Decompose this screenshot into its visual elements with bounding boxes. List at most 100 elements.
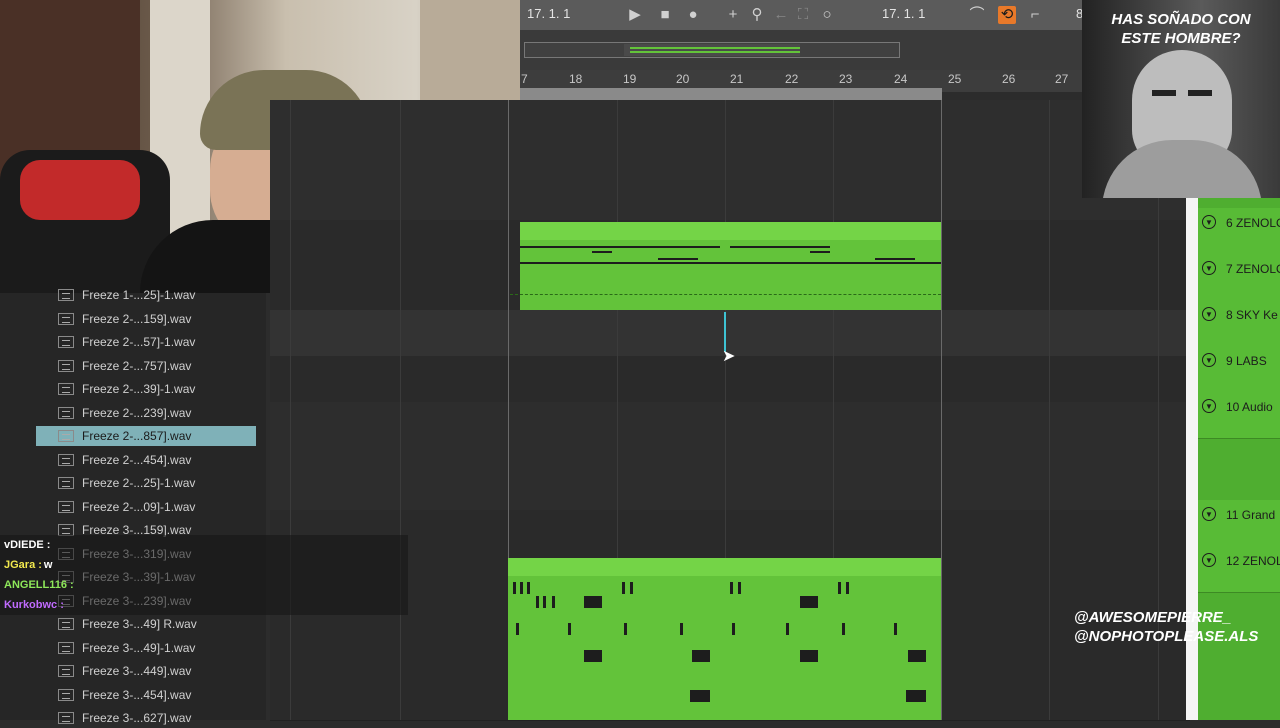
handle-text: @NOPHOTOPLEASE.ALS [1074,628,1259,645]
fold-arrow-icon[interactable]: ▼ [1202,261,1216,275]
automation-arm-icon[interactable]: ⚲ [748,6,766,24]
stop-icon[interactable]: ■ [656,6,674,24]
fold-arrow-icon[interactable]: ▼ [1202,215,1216,229]
clip-header[interactable] [508,558,941,576]
punch-in-icon[interactable]: ⌒ [968,6,986,24]
browser-file-item[interactable]: Freeze 1-...25]-1.wav [58,285,256,305]
loop-start-display[interactable]: 17. 1. 1 [882,6,925,21]
chat-message: ANGELL116 : [0,575,408,595]
transport-bar: 17. 1. 1 ▶ ■ ● + ⚲ ← ⛶ ○ 17. 1. 1 ⌒ ⟲ ⌐ … [520,0,1083,30]
browser-file-label: Freeze 3-...49] R.wav [82,617,197,631]
browser-file-label: Freeze 2-...09]-1.wav [82,499,196,514]
audio-file-icon [58,406,74,419]
chat-text: w [43,559,53,571]
ruler-tick: 27 [1055,72,1069,86]
track-lane[interactable] [270,510,1190,557]
browser-file-label: Freeze 3-...449].wav [82,664,192,678]
track-lane[interactable] [270,402,1190,511]
chat-username: JGara : [4,559,42,571]
capture-icon[interactable]: ⛶ [794,6,812,24]
browser-file-label: Freeze 2-...39]-1.wav [82,382,196,396]
fold-arrow-icon[interactable]: ▼ [1202,353,1216,367]
fold-arrow-icon[interactable]: ▼ [1202,399,1216,413]
loop-switch-icon[interactable]: ⟲ [998,6,1016,24]
track-header[interactable]: ▼ 6 ZENOLO [1198,208,1280,255]
ruler-tick: 20 [676,72,690,86]
play-icon[interactable]: ▶ [626,6,644,24]
ruler-tick: 26 [1002,72,1016,86]
browser-file-item[interactable]: Freeze 2-...25]-1.wav [58,473,256,493]
browser-file-item[interactable]: Freeze 3-...49] R.wav [58,614,256,634]
punch-out-icon[interactable]: ⌐ [1026,6,1044,24]
audio-file-icon [58,312,74,325]
audio-file-icon [58,712,74,724]
track-name: 10 Audio [1226,400,1273,414]
record-icon[interactable]: ● [684,6,702,24]
browser-file-item[interactable]: Freeze 2-...239].wav [58,403,256,423]
browser-file-item[interactable]: Freeze 2-...159].wav [58,309,256,329]
song-position-display[interactable]: 17. 1. 1 [527,6,570,21]
browser-file-label: Freeze 1-...25]-1.wav [82,288,196,302]
arrangement-overview[interactable] [520,30,1082,70]
browser-file-item[interactable]: Freeze 2-...454].wav [58,450,256,470]
track-name: 9 LABS [1226,354,1267,368]
browser-file-item[interactable]: Freeze 2-...857].wav [36,426,256,446]
audio-file-icon [58,665,74,677]
ruler-tick: 21 [730,72,744,86]
ruler-tick: 25 [948,72,962,86]
browser-file-label: Freeze 2-...454].wav [82,452,192,467]
browser-file-label: Freeze 2-...857].wav [82,429,192,443]
track-header[interactable]: ▼ 11 Grand [1198,500,1280,547]
back-to-arrangement-icon[interactable]: ← [772,6,790,24]
clip-header[interactable] [520,222,941,240]
audio-file-icon [58,289,74,301]
track-name: 6 ZENOLO [1226,216,1280,230]
browser-file-item[interactable]: Freeze 2-...757].wav [58,356,256,376]
track-header[interactable]: ▼ 8 SKY Ke [1198,300,1280,347]
chat-username: Kurkobwc : [4,599,64,611]
chat-message: Kurkobwc : [0,595,408,615]
social-handles: @AWESOMEPIERRE_ @NOPHOTOPLEASE.ALS [1074,608,1280,646]
browser-file-label: Freeze 2-...57]-1.wav [82,335,196,349]
audio-file-icon [58,336,74,348]
ruler-tick: 7 [521,72,528,86]
audio-file-icon [58,430,74,442]
audio-file-icon [58,618,74,630]
audio-file-icon [58,477,74,489]
meme-caption-line: ESTE HOMBRE? [1121,30,1241,47]
audio-file-icon [58,500,74,513]
mouse-cursor-icon: ➤ [722,348,736,365]
fold-arrow-icon[interactable]: ▼ [1202,307,1216,321]
browser-file-label: Freeze 2-...757].wav [82,358,192,373]
fold-arrow-icon[interactable]: ▼ [1202,553,1216,567]
chat-message: JGara :w [0,555,408,575]
loop-brace[interactable] [520,88,942,100]
track-header[interactable]: ▼ 9 LABS [1198,346,1280,393]
meme-caption-line: HAS SOÑADO CON [1111,11,1251,28]
overview-viewport[interactable] [624,44,800,56]
chat-username: ANGELL116 : [4,579,74,591]
track-header[interactable]: ▼ 10 Audio [1198,392,1280,439]
track-header[interactable]: ▼ 7 ZENOLO [1198,254,1280,301]
audio-file-icon [58,641,74,654]
browser-file-label: Freeze 3-...454].wav [82,687,192,702]
handle-text: @AWESOMEPIERRE_ [1074,609,1232,626]
loop-icon[interactable]: ○ [818,6,836,24]
fold-arrow-icon[interactable]: ▼ [1202,507,1216,521]
browser-file-item[interactable]: Freeze 2-...57]-1.wav [58,332,256,352]
browser-file-label: Freeze 3-...49]-1.wav [82,640,196,655]
chat-username: vDIEDE : [4,539,51,551]
browser-file-item[interactable]: Freeze 3-...449].wav [58,661,256,681]
browser-file-item[interactable]: Freeze 3-...454].wav [58,685,256,705]
drum-clip[interactable] [508,558,941,720]
browser-file-item[interactable]: Freeze 2-...09]-1.wav [58,497,256,517]
browser-file-item[interactable]: Freeze 2-...39]-1.wav [58,379,256,399]
track-lane[interactable] [270,100,1190,221]
ruler-tick: 19 [623,72,637,86]
add-icon[interactable]: + [724,6,742,24]
track-header[interactable]: ▼ 12 ZENOL [1198,546,1280,593]
browser-file-item[interactable]: Freeze 3-...49]-1.wav [58,638,256,658]
chat-message: vDIEDE : [0,535,408,555]
browser-file-item[interactable]: Freeze 3-...627].wav [58,708,256,728]
ruler-tick: 24 [894,72,908,86]
